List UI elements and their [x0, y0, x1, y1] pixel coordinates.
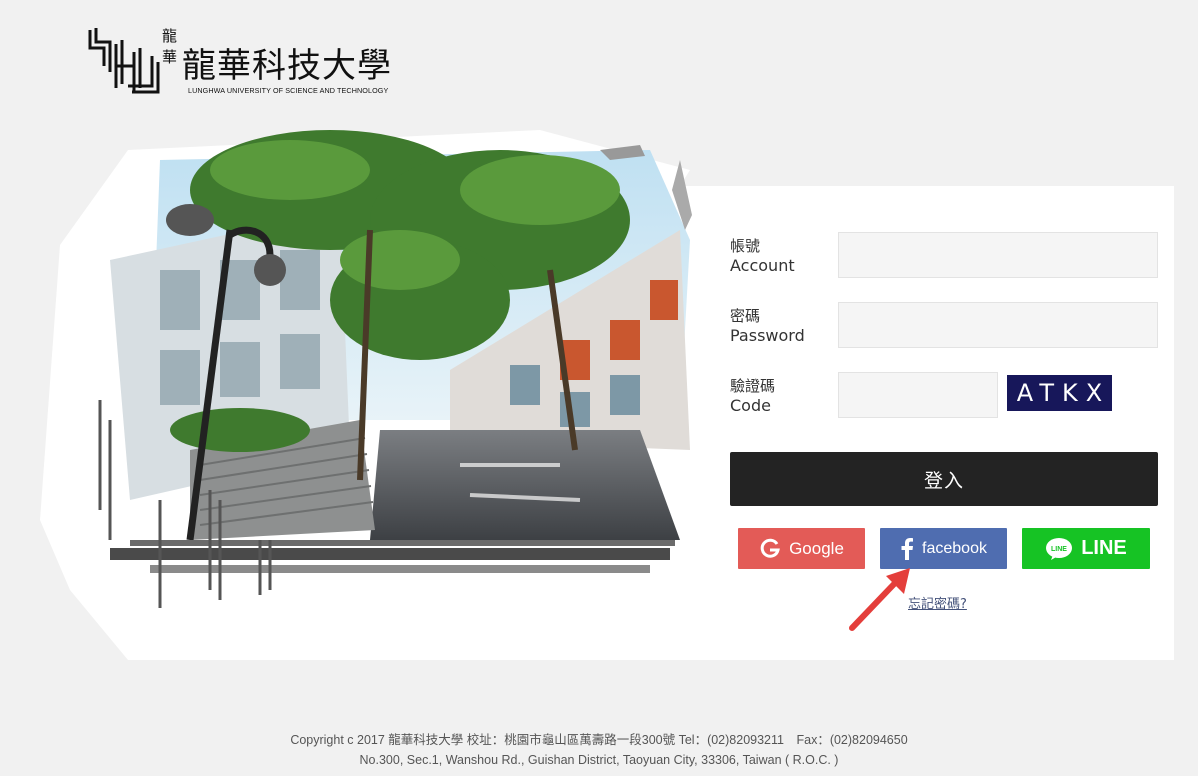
code-row: 驗證碼 Code ATKX: [730, 372, 1160, 418]
code-label-zh: 驗證碼: [730, 377, 776, 395]
code-label-en: Code: [730, 396, 771, 415]
password-label-en: Password: [730, 326, 805, 345]
google-login-button[interactable]: Google: [738, 528, 865, 569]
campus-photo: [98, 130, 692, 608]
account-label: 帳號 Account: [730, 236, 795, 276]
password-label-zh: 密碼: [730, 307, 761, 325]
account-input[interactable]: [838, 232, 1158, 278]
account-label-en: Account: [730, 256, 795, 275]
password-input[interactable]: [838, 302, 1158, 348]
university-name-chinese: 龍華科技大學: [182, 46, 392, 86]
account-label-zh: 帳號: [730, 237, 761, 255]
login-button[interactable]: 登入: [730, 452, 1158, 506]
annotation-arrow: [849, 568, 910, 631]
footer: Copyright c 2017 龍華科技大學 校址：桃園市龜山區萬壽路一段30…: [0, 730, 1198, 770]
footer-line-2: No.300, Sec.1, Wanshou Rd., Guishan Dist…: [359, 753, 839, 767]
google-label: Google: [789, 538, 844, 558]
logo-small-characters: 龍華: [162, 27, 178, 66]
line-icon: LINE: [1045, 537, 1073, 561]
facebook-label: facebook: [922, 539, 987, 557]
code-label: 驗證碼 Code: [730, 376, 775, 416]
facebook-icon: [900, 537, 914, 560]
lhu-logo-mark: [88, 28, 160, 94]
line-label: LINE: [1081, 537, 1127, 559]
account-row: 帳號 Account: [730, 232, 1160, 278]
university-name-english: LUNGHWA UNIVERSITY OF SCIENCE AND TECHNO…: [188, 86, 389, 95]
password-row: 密碼 Password: [730, 302, 1160, 348]
facebook-login-button[interactable]: facebook: [880, 528, 1007, 569]
line-login-button[interactable]: LINE LINE: [1022, 528, 1150, 569]
google-icon: [759, 538, 781, 560]
code-input[interactable]: [838, 372, 998, 418]
footer-line-1: Copyright c 2017 龍華科技大學 校址：桃園市龜山區萬壽路一段30…: [290, 733, 908, 747]
svg-text:LINE: LINE: [1051, 546, 1067, 553]
captcha-image[interactable]: ATKX: [1007, 375, 1112, 411]
university-logo: 龍華 龍華科技大學 LUNGHWA UNIVERSITY OF SCIENCE …: [86, 26, 426, 102]
password-label: 密碼 Password: [730, 306, 805, 346]
